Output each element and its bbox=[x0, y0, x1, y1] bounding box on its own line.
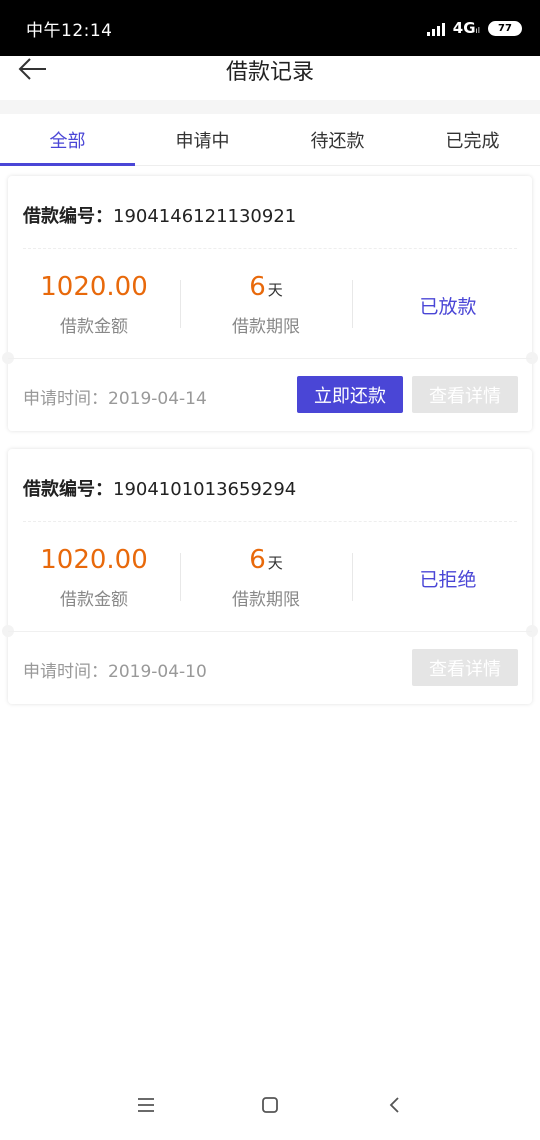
term-unit: 天 bbox=[267, 281, 283, 299]
back-icon[interactable] bbox=[378, 1089, 410, 1121]
network-type: 4Gıl bbox=[452, 19, 480, 37]
header: 借款记录 bbox=[0, 56, 540, 100]
loan-number-label: 借款编号： bbox=[23, 479, 113, 500]
menu-icon[interactable] bbox=[130, 1089, 162, 1121]
status-right: 4Gıl 77 bbox=[426, 19, 522, 37]
apply-time: 申请时间：2019-04-14 bbox=[23, 389, 207, 409]
divider bbox=[8, 358, 532, 359]
tab-completed[interactable]: 已完成 bbox=[405, 114, 540, 165]
loan-record-card: 借款编号：1904101013659294 1020.00 借款金额 6天 借款… bbox=[2, 449, 538, 704]
divider bbox=[23, 248, 517, 249]
battery-level: 77 bbox=[498, 22, 512, 34]
divider bbox=[23, 521, 517, 522]
page: 中午12:14 4Gıl 77 借款记录 全部 申请中 待还款 已完成 借款编号… bbox=[0, 0, 540, 1140]
tab-applying[interactable]: 申请中 bbox=[135, 114, 270, 165]
term-label: 借款期限 bbox=[232, 590, 300, 610]
term-unit: 天 bbox=[267, 554, 283, 572]
repay-now-button[interactable]: 立即还款 bbox=[297, 376, 403, 413]
loan-number-label: 借款编号： bbox=[23, 206, 113, 227]
tab-bar: 全部 申请中 待还款 已完成 bbox=[0, 114, 540, 166]
loan-number-value: 1904146121130921 bbox=[113, 206, 297, 227]
stat-term: 6天 借款期限 bbox=[180, 264, 352, 344]
view-details-button[interactable]: 查看详情 bbox=[412, 649, 518, 686]
amount-value: 1020.00 bbox=[40, 272, 148, 302]
loan-record-card: 借款编号：1904146121130921 1020.00 借款金额 6天 借款… bbox=[2, 176, 538, 431]
loan-number: 借款编号：1904146121130921 bbox=[23, 202, 296, 228]
home-icon[interactable] bbox=[254, 1089, 286, 1121]
stat-amount: 1020.00 借款金额 bbox=[8, 537, 180, 617]
stat-term: 6天 借款期限 bbox=[180, 537, 352, 617]
stat-status: 已拒绝 bbox=[352, 537, 524, 617]
status-time: 中午12:14 bbox=[26, 20, 113, 41]
tab-to-repay[interactable]: 待还款 bbox=[270, 114, 405, 165]
apply-time: 申请时间：2019-04-10 bbox=[23, 662, 207, 682]
loan-number-value: 1904101013659294 bbox=[113, 479, 297, 500]
system-navigation-bar bbox=[0, 1070, 540, 1140]
status-bar: 中午12:14 4Gıl 77 bbox=[0, 0, 540, 56]
loan-stats: 1020.00 借款金额 6天 借款期限 已放款 bbox=[8, 264, 532, 344]
signal-icon bbox=[426, 20, 445, 36]
tab-all[interactable]: 全部 bbox=[0, 114, 135, 166]
loan-stats: 1020.00 借款金额 6天 借款期限 已拒绝 bbox=[8, 537, 532, 617]
term-value: 6天 bbox=[249, 272, 283, 302]
view-details-button[interactable]: 查看详情 bbox=[412, 376, 518, 413]
stat-amount: 1020.00 借款金额 bbox=[8, 264, 180, 344]
stat-status: 已放款 bbox=[352, 264, 524, 344]
term-label: 借款期限 bbox=[232, 317, 300, 337]
term-value: 6天 bbox=[249, 545, 283, 575]
amount-label: 借款金额 bbox=[60, 590, 128, 610]
status-badge: 已放款 bbox=[419, 296, 477, 318]
header-divider bbox=[0, 100, 540, 114]
amount-value: 1020.00 bbox=[40, 545, 148, 575]
divider bbox=[8, 631, 532, 632]
status-badge: 已拒绝 bbox=[419, 569, 477, 591]
battery-icon: 77 bbox=[488, 20, 522, 36]
loan-number: 借款编号：1904101013659294 bbox=[23, 475, 296, 501]
page-title: 借款记录 bbox=[225, 60, 314, 85]
amount-label: 借款金额 bbox=[60, 317, 128, 337]
